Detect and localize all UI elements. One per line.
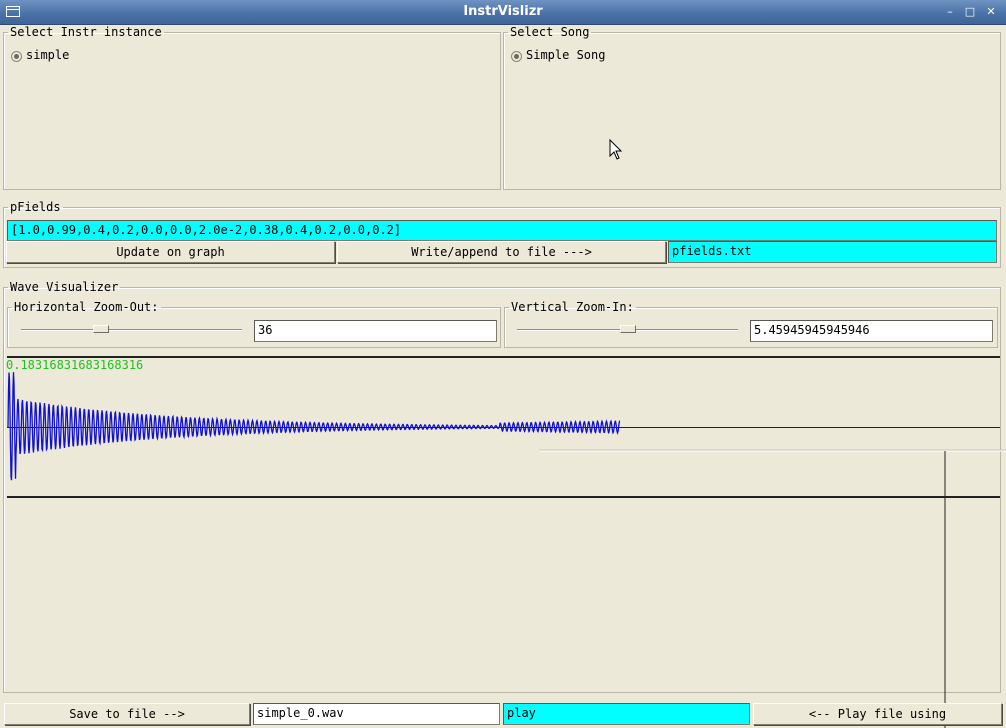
save-to-file-button[interactable]: Save to file --> <box>4 703 250 725</box>
waveform-path <box>7 372 621 481</box>
amplitude-readout: 0.18316831683168316 <box>6 358 144 372</box>
mouse-pointer-icon <box>609 139 623 160</box>
save-filename-input[interactable]: simple_0.wav <box>253 703 500 725</box>
waveform[interactable] <box>0 0 1006 728</box>
play-command-input[interactable]: play <box>503 703 750 725</box>
play-file-button[interactable]: <-- Play file using <box>753 703 1002 725</box>
